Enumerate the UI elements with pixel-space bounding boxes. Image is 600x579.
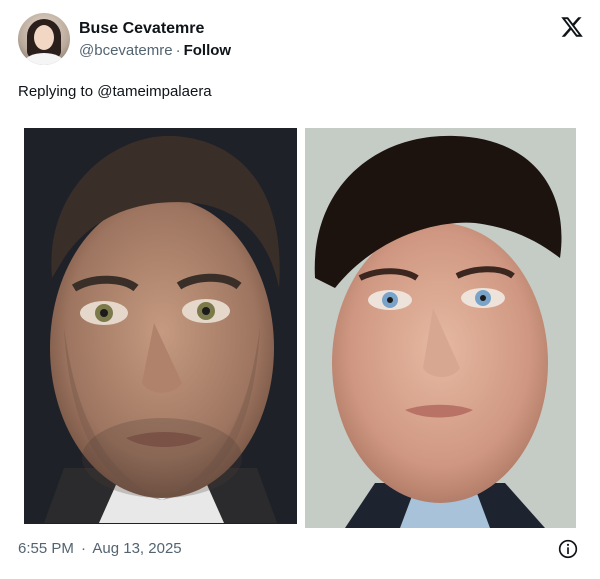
author-handle[interactable]: @bcevatemre — [79, 42, 173, 59]
separator-dot: · — [175, 42, 181, 59]
portrait-left-image — [24, 128, 297, 524]
info-icon[interactable] — [558, 539, 578, 559]
timestamp-row[interactable]: 6:55 PM · Aug 13, 2025 — [18, 540, 182, 557]
photo-left[interactable] — [24, 128, 297, 524]
author-name[interactable]: Buse Cevatemre — [79, 20, 204, 38]
author-avatar[interactable] — [18, 13, 70, 65]
tweet-header: Buse Cevatemre @bcevatemre · Follow — [18, 13, 584, 67]
timestamp-separator: · — [81, 540, 87, 557]
timestamp-date[interactable]: Aug 13, 2025 — [92, 540, 181, 557]
x-logo-icon[interactable] — [560, 15, 584, 39]
tweet-media[interactable] — [24, 128, 576, 528]
photo-right[interactable] — [305, 128, 576, 528]
follow-button[interactable]: Follow — [184, 42, 232, 59]
replying-to: Replying to @tameimpalaera — [18, 83, 212, 100]
author-handle-row: @bcevatemre · Follow — [79, 42, 231, 59]
portrait-right-image — [305, 128, 576, 528]
timestamp-time[interactable]: 6:55 PM — [18, 540, 74, 557]
